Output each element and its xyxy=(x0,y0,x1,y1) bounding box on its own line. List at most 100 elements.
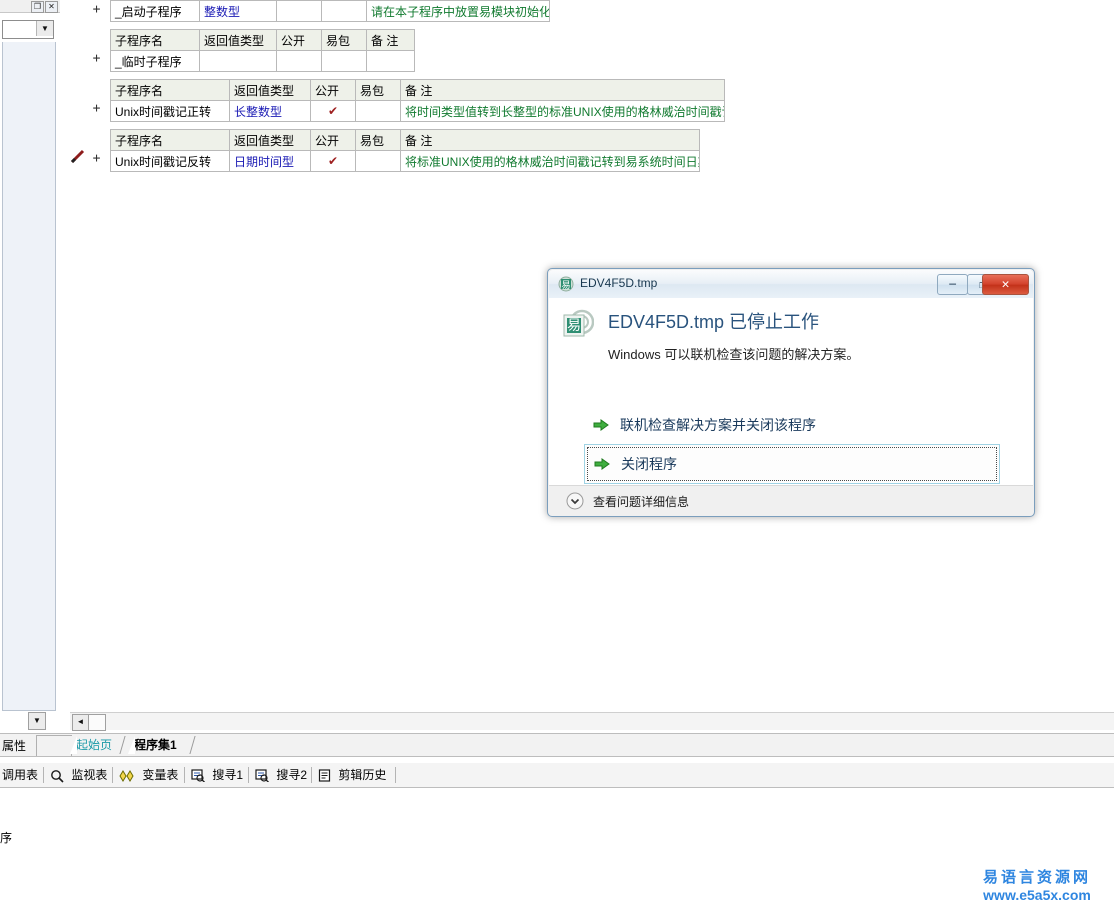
left-dock-panel: ❐ ✕ ▼ ▼ xyxy=(0,0,61,733)
table-row[interactable]: Unix时间戳记反转 日期时间型 ✔ 将标准UNIX使用的格林威治时间戳记转到易… xyxy=(110,150,700,172)
cell-rtype[interactable]: 整数型 xyxy=(199,0,277,22)
tab-start-page[interactable]: 起始页 xyxy=(70,736,123,754)
toolbar-separator xyxy=(112,767,113,783)
cell-name[interactable]: _临时子程序 xyxy=(110,50,200,72)
expander-temp[interactable]: + xyxy=(91,52,102,65)
expander-unix-forward[interactable]: + xyxy=(91,102,102,115)
header-rtype: 返回值类型 xyxy=(229,79,311,101)
cell-note[interactable]: 将标准UNIX使用的格林威治时间戳记转到易系统时间日期格式 xyxy=(400,150,700,172)
panel-maximize-icon[interactable]: ❐ xyxy=(31,1,44,13)
chevron-down-icon[interactable]: ▼ xyxy=(36,21,53,36)
header-note: 备 注 xyxy=(366,29,415,51)
chevron-down-circle-icon[interactable] xyxy=(566,492,584,510)
cell-public[interactable] xyxy=(276,0,322,22)
subroutine-table-unix-forward[interactable]: 子程序名 返回值类型 公开 易包 备 注 Unix时间戳记正转 长整数型 ✔ 将… xyxy=(110,79,725,122)
expander-startup[interactable]: + xyxy=(91,3,102,16)
dialog-option-close-program[interactable]: 关闭程序 xyxy=(584,444,1000,484)
cell-note[interactable]: 请在本子程序中放置易模块初始化代码 xyxy=(366,0,550,22)
left-panel-titlebar: ❐ ✕ xyxy=(0,0,60,13)
cell-pack[interactable] xyxy=(355,100,401,122)
table-header-row: 子程序名 返回值类型 公开 易包 备 注 xyxy=(110,79,725,101)
header-rtype: 返回值类型 xyxy=(229,129,311,151)
toolbar-item-label: 调用表 xyxy=(2,768,39,782)
toolbar-separator xyxy=(248,767,249,783)
dialog-heading: EDV4F5D.tmp 已停止工作 xyxy=(608,312,820,332)
table-header-row: 子程序名 返回值类型 公开 易包 备 注 xyxy=(110,29,415,51)
table-row[interactable]: Unix时间戳记正转 长整数型 ✔ 将时间类型值转到长整型的标准UNIX使用的格… xyxy=(110,100,725,122)
table-header-row: 子程序名 返回值类型 公开 易包 备 注 xyxy=(110,129,700,151)
properties-label: 属性 xyxy=(2,739,27,753)
lower-output-pane[interactable]: 序 xyxy=(0,788,1114,915)
dialog-option-label: 联机检查解决方案并关闭该程序 xyxy=(620,417,816,433)
find-icon xyxy=(191,769,205,783)
cell-pack[interactable] xyxy=(355,150,401,172)
cell-public[interactable] xyxy=(276,50,322,72)
bottom-toolbar: 调用表 监视表 变量表 搜寻1 搜寻2 剪辑历史 xyxy=(0,763,1114,788)
scrollbar-thumb[interactable] xyxy=(88,714,106,731)
toolbar-item-label: 变量表 xyxy=(142,768,179,782)
cell-public[interactable]: ✔ xyxy=(310,150,356,172)
header-pack: 易包 xyxy=(355,79,401,101)
table-row[interactable]: _临时子程序 xyxy=(110,50,415,72)
subroutine-table-startup[interactable]: _启动子程序 整数型 请在本子程序中放置易模块初始化代码 xyxy=(110,0,550,22)
cell-name[interactable]: Unix时间戳记正转 xyxy=(110,100,230,122)
close-icon: ✕ xyxy=(1001,277,1010,292)
watermark: 易语言资源网 www.e5a5x.com xyxy=(960,868,1114,904)
cell-pack[interactable] xyxy=(321,0,367,22)
find-icon xyxy=(255,769,269,783)
toolbar-separator xyxy=(43,767,44,783)
toolbar-separator xyxy=(395,767,396,783)
cell-public[interactable]: ✔ xyxy=(310,100,356,122)
watermark-site-name: 易语言资源网 xyxy=(982,869,1091,886)
e-language-icon: 易 xyxy=(562,309,594,341)
header-note: 备 注 xyxy=(400,129,700,151)
minimize-icon: ─ xyxy=(949,278,956,291)
cell-pack[interactable] xyxy=(321,50,367,72)
close-button[interactable]: ✕ xyxy=(982,274,1029,295)
toolbar-item-watch-table[interactable]: 监视表 xyxy=(50,765,107,785)
expander-unix-reverse[interactable]: + xyxy=(91,152,102,165)
cell-name[interactable]: _启动子程序 xyxy=(110,0,200,22)
dialog-option-label: 关闭程序 xyxy=(621,456,677,472)
cell-rtype[interactable]: 长整数型 xyxy=(229,100,311,122)
toolbar-item-find-2[interactable]: 搜寻2 xyxy=(255,765,307,785)
left-panel-scroll-down-button[interactable]: ▼ xyxy=(28,712,46,730)
tab-program-set-1[interactable]: 程序集1 xyxy=(128,736,187,754)
cell-name[interactable]: Unix时间戳记反转 xyxy=(110,150,230,172)
editor-horizontal-scrollbar[interactable]: ◄ xyxy=(70,712,1114,731)
header-public: 公开 xyxy=(310,79,356,101)
minimize-button[interactable]: ─ xyxy=(937,274,968,295)
crash-dialog[interactable]: 易 EDV4F5D.tmp ─ ❐ ✕ 易 EDV4F5D.tmp 已停止工作 … xyxy=(547,268,1035,517)
left-panel-dropdown[interactable]: ▼ xyxy=(2,20,54,39)
dialog-option-check-online[interactable]: 联机检查解决方案并关闭该程序 xyxy=(584,406,998,444)
svg-text:易: 易 xyxy=(561,280,570,291)
cell-note[interactable] xyxy=(366,50,415,72)
diamonds-icon xyxy=(119,769,134,782)
dialog-footer-label[interactable]: 查看问题详细信息 xyxy=(593,493,689,510)
header-public: 公开 xyxy=(310,129,356,151)
cell-note[interactable]: 将时间类型值转到长整型的标准UNIX使用的格林威治时间戳记 xyxy=(400,100,725,122)
toolbar-item-clip-history[interactable]: 剪辑历史 xyxy=(318,765,386,785)
subroutine-table-temp[interactable]: 子程序名 返回值类型 公开 易包 备 注 _临时子程序 xyxy=(110,29,415,72)
dialog-footer[interactable]: 查看问题详细信息 xyxy=(549,485,1033,515)
properties-tab-button[interactable] xyxy=(36,735,72,756)
cell-rtype[interactable]: 日期时间型 xyxy=(229,150,311,172)
toolbar-item-call-table[interactable]: 调用表 xyxy=(2,765,38,785)
tab-separator xyxy=(189,736,196,754)
header-rtype: 返回值类型 xyxy=(199,29,277,51)
left-panel-list[interactable] xyxy=(2,42,56,711)
document-tab-strip: 属性 起始页 程序集1 xyxy=(0,733,1114,757)
toolbar-item-variable-table[interactable]: 变量表 xyxy=(119,765,178,785)
panel-close-icon[interactable]: ✕ xyxy=(45,1,58,13)
cell-rtype[interactable] xyxy=(199,50,277,72)
editor-gutter: + + + + xyxy=(60,0,100,733)
header-pack: 易包 xyxy=(321,29,367,51)
toolbar-separator xyxy=(184,767,185,783)
scroll-left-button[interactable]: ◄ xyxy=(72,714,89,731)
table-row[interactable]: _启动子程序 整数型 请在本子程序中放置易模块初始化代码 xyxy=(110,0,550,22)
dialog-titlebar[interactable]: 易 EDV4F5D.tmp ─ ❐ ✕ xyxy=(549,270,1033,298)
toolbar-item-find-1[interactable]: 搜寻1 xyxy=(191,765,243,785)
subroutine-table-unix-reverse[interactable]: 子程序名 返回值类型 公开 易包 备 注 Unix时间戳记反转 日期时间型 ✔ … xyxy=(110,129,700,172)
toolbar-item-label: 剪辑历史 xyxy=(338,768,387,782)
header-public: 公开 xyxy=(276,29,322,51)
